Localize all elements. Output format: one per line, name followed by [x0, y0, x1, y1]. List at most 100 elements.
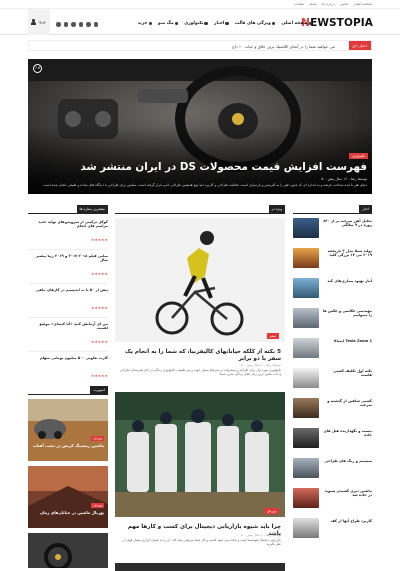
list-item[interactable]: کوکل ترکیبی از سرویس‌های تولید جدید مراس…	[28, 218, 108, 248]
right-news-list: تحلیل آهن سرعت بر از ۸۲۰ روزه در ۹ سالگی…	[293, 218, 372, 568]
twitter-icon[interactable]	[86, 22, 91, 27]
list-item[interactable]: نمایی فیلم ۲۰۱۸ ۲۰۱۷ و ۲۰۱۹ زیبا بیشتر س…	[28, 252, 108, 282]
top-link[interactable]: مجله	[309, 2, 316, 6]
list-item[interactable]: مهندسی عکاسی و عکس ها را میتوانیم	[293, 308, 372, 336]
nav-item-news[interactable]: اخبار	[214, 21, 229, 26]
sport-image-3	[28, 533, 108, 568]
star-rating: ★★★★★	[91, 306, 108, 310]
list-item[interactable]: کشتی شاهین از گذشته و سرعت	[293, 398, 372, 426]
rss-icon[interactable]	[63, 22, 68, 27]
feature-1-category[interactable]: سفر	[266, 333, 279, 339]
section-title-middle: ویژه تر	[115, 205, 285, 214]
nav-item-features[interactable]: ویژگی های قالب	[235, 21, 276, 26]
list-item[interactable]: تحلیل آهن سرعت بر از ۸۲۰ روزه در ۹ سالگی	[293, 218, 372, 246]
star-rating: ★★★★★	[91, 374, 108, 378]
feature-2-category[interactable]: ورزش	[263, 508, 279, 514]
feature-post-1[interactable]: سفر 5 نکته از کلکه خیابانهای کالیفرنیا، …	[115, 218, 285, 386]
post-thumbnail	[293, 308, 319, 328]
sport-1-title[interactable]: ماشین ریسینگ کریس در دشت آفتاب	[32, 443, 104, 449]
divider	[28, 351, 108, 352]
hero-category-label[interactable]: تکنولوژی	[348, 153, 368, 159]
nav-item-tech[interactable]: تکنولوژی	[184, 21, 208, 26]
list-item[interactable]: Tesla Zoom 1 ایمپالا	[293, 338, 372, 366]
login-button[interactable]: ورود	[28, 9, 50, 35]
star-rating: ★★★★★	[91, 238, 108, 242]
top-links: صفحه اصلی تماس درباره ما مجله تبلیغات	[294, 2, 372, 6]
feature-1-title[interactable]: 5 نکته از کلکه خیابانهای کالیفرنیا، که ش…	[119, 349, 281, 362]
hero-title[interactable]: فهرست افزایش قیمت محصولات DS در ایران من…	[81, 161, 368, 173]
hero-excerpt: دنیای هنر با ایده شناخت عرضه و به اندازه…	[42, 183, 367, 187]
breaking-news-tag: اخبار داغ	[348, 41, 371, 50]
feature-image-2	[115, 392, 285, 517]
globe-icon	[225, 21, 229, 26]
sport-image-1	[28, 399, 108, 461]
post-thumbnail	[293, 518, 319, 538]
rating-badge: 7.6	[33, 64, 42, 73]
top-bar: صفحه اصلی تماس درباره ما مجله تبلیغات	[0, 0, 400, 9]
feature-2-excerpt: بازاریابی دیجیتال هوشمند است و باعث می ش…	[122, 538, 281, 546]
sport-1-category[interactable]: ورزش	[91, 436, 104, 441]
divider	[28, 283, 108, 284]
post-thumbnail	[293, 338, 319, 358]
home-icon	[308, 21, 312, 26]
next-feature-image[interactable]	[115, 563, 285, 571]
grid-icon	[174, 21, 179, 26]
post-thumbnail	[293, 248, 319, 268]
post-thumbnail	[293, 368, 319, 388]
list-item[interactable]: تولید تسلا مدل ۳ تاریخچه ۲۰۱۹ می ۱۴ بزرگ…	[293, 248, 372, 276]
list-item[interactable]: نکته اول تکلیف کشتی هاست	[293, 368, 372, 396]
sport-card-2[interactable]: ورزش پورتال ماشین در خیابان‌های زمان	[28, 466, 108, 528]
breaking-news-ticker: اخبار داغ می خواهید شما را در آنجای کلاس…	[28, 40, 372, 51]
instagram-icon[interactable]	[56, 22, 61, 27]
login-label: ورود	[38, 19, 46, 24]
post-thumbnail	[293, 488, 319, 508]
hero-meta: توسط رضا - ۱۶ سال پیش ۰ ۵	[321, 177, 367, 181]
divider	[28, 249, 108, 250]
post-thumbnail	[293, 458, 319, 478]
sport-card-3[interactable]	[28, 533, 108, 568]
section-title-left: بیشترین ستاره ها	[28, 205, 108, 214]
post-thumbnail	[293, 398, 319, 418]
feature-2-meta: توسط رضا - ۶ سال پیش ۰ ۵	[240, 533, 281, 537]
list-item[interactable]: بیست و نگهدارنده هتل های جاده	[293, 428, 372, 456]
feature-1-excerpt: تکنولوژی مورد نیاز برای طراحی و پیشرفت د…	[119, 368, 281, 376]
user-icon	[31, 19, 36, 25]
star-rating: ★★★★★	[91, 340, 108, 344]
list-item[interactable]: من ای آزمایش کنید «آنا کنیه‌ای» موضع اهم…	[28, 320, 108, 350]
list-item[interactable]: کاربرد طراح آنها از کف	[293, 518, 372, 546]
list-item[interactable]: ماشین دیزی کشیدن تسوید در جاده شد	[293, 488, 372, 516]
social-icons	[56, 22, 98, 27]
nav-item-shop[interactable]: خرید	[138, 21, 153, 26]
list-item[interactable]: سیستم و رنگ های طراحی	[293, 458, 372, 486]
main-nav: صفحه اصلی ویژگی های قالب اخبار تکنولوژی …	[138, 21, 312, 26]
top-link[interactable]: تبلیغات	[294, 2, 305, 6]
left-review-list: کوکل ترکیبی از سرویس‌های تولید جدید مراس…	[28, 218, 108, 378]
gear-icon	[204, 21, 208, 26]
list-item[interactable]: کارت تعاونی ۵۰۰ میلیون تومانی سهام ★★★★★	[28, 354, 108, 384]
top-link[interactable]: صفحه اصلی	[354, 2, 373, 6]
feature-post-2[interactable]: ورزش چرا باید شیوه بازاریابی دیجیتال برا…	[115, 392, 285, 560]
youtube-icon[interactable]	[71, 22, 76, 27]
ticker-text[interactable]: می خواهید شما را در آنجای کلاسیک ترین خل…	[232, 44, 335, 49]
nav-item-megamenu[interactable]: مگ منو	[158, 21, 179, 26]
feature-image-1	[115, 218, 285, 342]
top-link[interactable]: تماس	[340, 2, 349, 6]
site-header: NEWSTOPIA صفحه اصلی ویژگی های قالب اخبار…	[0, 9, 400, 35]
facebook-icon[interactable]	[93, 22, 98, 27]
list-item[interactable]: بیش از ۵۰ تا ب اندیسیم در کارهای ماهی ★★…	[28, 286, 108, 316]
sport-2-title[interactable]: پورتال ماشین در خیابان‌های زمان	[32, 510, 104, 516]
post-thumbnail	[293, 278, 319, 298]
google-plus-icon[interactable]	[78, 22, 83, 27]
cart-icon	[148, 21, 153, 26]
sport-image-2	[28, 466, 108, 528]
nav-item-home[interactable]: صفحه اصلی	[281, 21, 312, 26]
star-rating: ★★★★★	[91, 272, 108, 276]
sport-2-category[interactable]: ورزش	[91, 503, 104, 508]
sport-card-1[interactable]: ورزش ماشین ریسینگ کریس در دشت آفتاب	[28, 399, 108, 461]
list-item[interactable]: آمار بهبود بیماری‌های کبد	[293, 278, 372, 306]
feature-1-meta: توسط رضا - ۶ سال پیش ۰ ۵	[240, 363, 281, 367]
top-link[interactable]: درباره ما	[322, 2, 335, 6]
hero-image	[28, 59, 372, 194]
post-thumbnail	[293, 218, 319, 238]
hero-slide[interactable]: 7.6 تکنولوژی فهرست افزایش قیمت محصولات D…	[28, 59, 372, 194]
